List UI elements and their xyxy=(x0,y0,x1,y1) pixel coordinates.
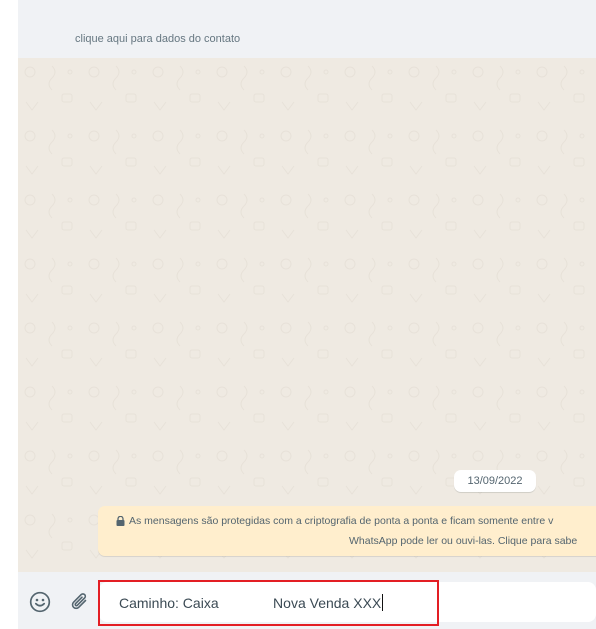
message-input-value: Caminho: Caixa Nova Venda XXX xyxy=(119,595,382,611)
date-separator: 13/09/2022 xyxy=(454,470,536,492)
message-list[interactable]: 13/09/2022 As mensagens são protegidas c… xyxy=(18,58,596,572)
smiley-icon xyxy=(29,591,51,613)
encryption-notice-line1: As mensagens são protegidas com a cripto… xyxy=(129,515,554,527)
paperclip-icon xyxy=(71,593,87,610)
encryption-notice-line1-row: As mensagens são protegidas com a cripto… xyxy=(116,515,553,527)
contact-info-hint[interactable]: clique aqui para dados do contato xyxy=(75,33,240,45)
encryption-notice[interactable]: As mensagens são protegidas com a cripto… xyxy=(98,506,596,556)
composer-bar: Caminho: Caixa Nova Venda XXX xyxy=(18,572,596,629)
text-caret xyxy=(382,594,384,611)
wallpaper-pattern xyxy=(18,58,596,572)
chat-header[interactable]: clique aqui para dados do contato xyxy=(18,0,596,58)
message-input[interactable]: Caminho: Caixa Nova Venda XXX xyxy=(99,582,596,622)
attach-button[interactable] xyxy=(68,590,92,614)
message-input-text: Caminho: Caixa Nova Venda XXX xyxy=(119,594,384,611)
whatsapp-chat-window: clique aqui para dados do contato 13/09/… xyxy=(0,0,596,629)
encryption-notice-line2: WhatsApp pode ler ou ouvi-las. Clique pa… xyxy=(349,535,578,547)
emoji-button[interactable] xyxy=(28,590,52,614)
lock-icon xyxy=(116,516,125,526)
